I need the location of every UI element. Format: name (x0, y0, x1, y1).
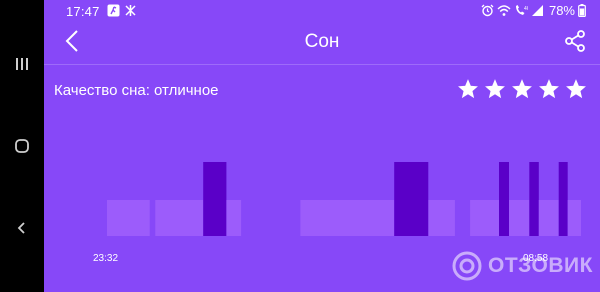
volte-call-icon: 4G (515, 5, 528, 15)
sleep-segment-light (567, 200, 581, 236)
star-icon (566, 79, 586, 99)
sleep-segment-light (300, 200, 395, 236)
status-time: 17:47 (66, 4, 100, 19)
star-icon (458, 79, 478, 99)
sleep-rating-stars (458, 79, 586, 99)
battery-icon (578, 4, 586, 17)
sleep-segment-light (226, 200, 242, 236)
watermark-logo-icon (452, 251, 482, 281)
sleep-segment-light (538, 200, 559, 236)
sleep-segment-light (107, 200, 150, 236)
sleep-segment-light (470, 200, 499, 236)
header-divider (44, 64, 600, 65)
star-icon (512, 79, 532, 99)
sleep-quality-label: Качество сна: отличное (54, 82, 219, 99)
system-back-icon (17, 222, 25, 234)
star-icon (485, 79, 505, 99)
system-back-button[interactable] (0, 208, 44, 248)
sleep-screen: 17:47 4G (44, 0, 600, 292)
system-navigation-bar (0, 0, 44, 292)
wifi-icon (497, 5, 511, 16)
app-bar: Сон (44, 22, 600, 62)
sleep-segment-light (428, 200, 455, 236)
signal-icon (531, 5, 543, 16)
page-title: Сон (304, 31, 340, 52)
status-bar: 17:47 4G (44, 0, 600, 22)
home-button[interactable] (0, 126, 44, 166)
sleep-segment-deep (499, 162, 509, 236)
sleep-segment-deep (203, 162, 227, 236)
home-icon (15, 139, 29, 153)
sleep-segment-light (155, 200, 204, 236)
star-icon (539, 79, 559, 99)
watermark: ОТЗОВИК (452, 246, 600, 286)
sleep-start-time: 23:32 (93, 253, 119, 264)
notification-icons (107, 4, 137, 17)
sleep-phases-chart (107, 162, 581, 236)
sleep-segment-deep (394, 162, 429, 236)
recent-apps-icon (16, 58, 28, 70)
share-icon (565, 30, 585, 52)
sleep-segment-deep (558, 162, 568, 236)
battery-percent: 78% (548, 3, 575, 18)
sleep-segment-deep (529, 162, 539, 236)
fitness-app-icon (107, 4, 120, 17)
alarm-icon (481, 4, 494, 17)
sleep-segment-light (509, 200, 530, 236)
share-button[interactable] (562, 27, 588, 55)
sparkle-app-icon (125, 5, 136, 16)
system-status-icons: 4G 78% (481, 3, 586, 18)
recent-apps-button[interactable] (0, 44, 44, 84)
svg-text:4G: 4G (524, 6, 528, 12)
watermark-text: ОТЗОВИК (488, 254, 593, 277)
